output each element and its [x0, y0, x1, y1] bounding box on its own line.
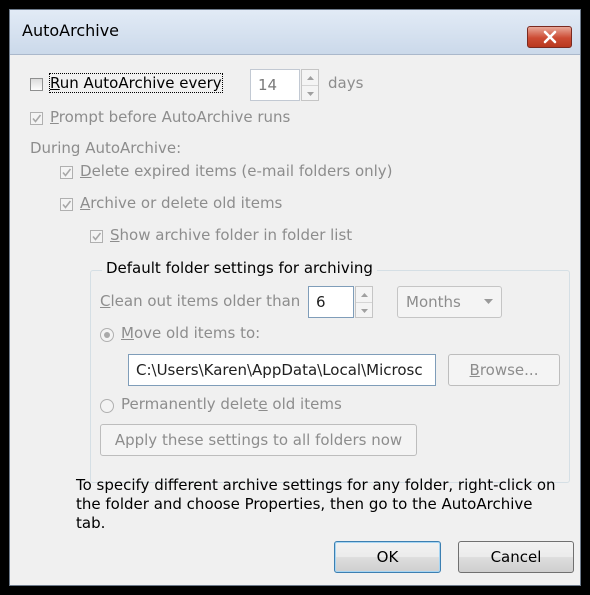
- checkmark-icon: [62, 200, 72, 209]
- checkmark-icon: [32, 114, 42, 123]
- spin-up-icon[interactable]: [356, 287, 372, 303]
- delete-expired-label[interactable]: Delete expired items (e-mail folders onl…: [80, 162, 393, 180]
- close-icon: [543, 30, 557, 44]
- spin-down-icon[interactable]: [302, 86, 318, 101]
- days-unit-label: days: [328, 74, 364, 92]
- apply-to-all-folders-button[interactable]: Apply these settings to all folders now: [100, 424, 417, 456]
- show-archive-checkbox[interactable]: [90, 230, 103, 243]
- run-every-days-stepper[interactable]: [301, 69, 319, 101]
- cancel-button[interactable]: Cancel: [458, 541, 574, 573]
- run-autoarchive-label[interactable]: Run AutoArchive every: [49, 73, 223, 93]
- group-legend: Default folder settings for archiving: [102, 259, 377, 277]
- dialog-title: AutoArchive: [22, 21, 120, 40]
- period-dropdown[interactable]: Months: [397, 286, 502, 318]
- ok-button[interactable]: OK: [334, 541, 441, 573]
- close-button[interactable]: [527, 26, 572, 48]
- move-old-items-label[interactable]: Move old items to:: [121, 324, 260, 342]
- archive-path-input[interactable]: C:\Users\Karen\AppData\Local\Microsc: [128, 354, 436, 386]
- delete-expired-checkbox[interactable]: [60, 166, 73, 179]
- during-autoarchive-label: During AutoArchive:: [30, 139, 182, 157]
- run-autoarchive-checkbox[interactable]: [30, 78, 43, 91]
- archive-old-checkbox[interactable]: [60, 198, 73, 211]
- clean-out-stepper[interactable]: [355, 286, 373, 318]
- clean-out-label[interactable]: Clean out items older than: [100, 292, 300, 310]
- browse-button[interactable]: Browse...: [448, 354, 560, 386]
- move-old-items-radio[interactable]: [100, 328, 114, 342]
- permanently-delete-label[interactable]: Permanently delete old items: [121, 395, 342, 413]
- title-bar[interactable]: AutoArchive: [10, 10, 580, 55]
- checkmark-icon: [62, 168, 72, 177]
- permanently-delete-radio[interactable]: [100, 399, 114, 413]
- chevron-down-icon: [484, 299, 493, 304]
- prompt-before-label[interactable]: Prompt before AutoArchive runs: [50, 108, 290, 126]
- run-every-days-input[interactable]: 14: [250, 69, 300, 101]
- spin-up-icon[interactable]: [302, 70, 318, 86]
- autoarchive-dialog: AutoArchive Run AutoArchive every 14 day…: [9, 9, 581, 586]
- period-value: Months: [406, 293, 461, 311]
- clean-out-value-input[interactable]: 6: [308, 286, 354, 318]
- archive-old-label[interactable]: Archive or delete old items: [80, 194, 282, 212]
- info-text: To specify different archive settings fo…: [76, 476, 556, 532]
- spin-down-icon[interactable]: [356, 303, 372, 318]
- checkmark-icon: [92, 232, 102, 241]
- prompt-before-checkbox[interactable]: [30, 112, 43, 125]
- show-archive-label[interactable]: Show archive folder in folder list: [110, 226, 352, 244]
